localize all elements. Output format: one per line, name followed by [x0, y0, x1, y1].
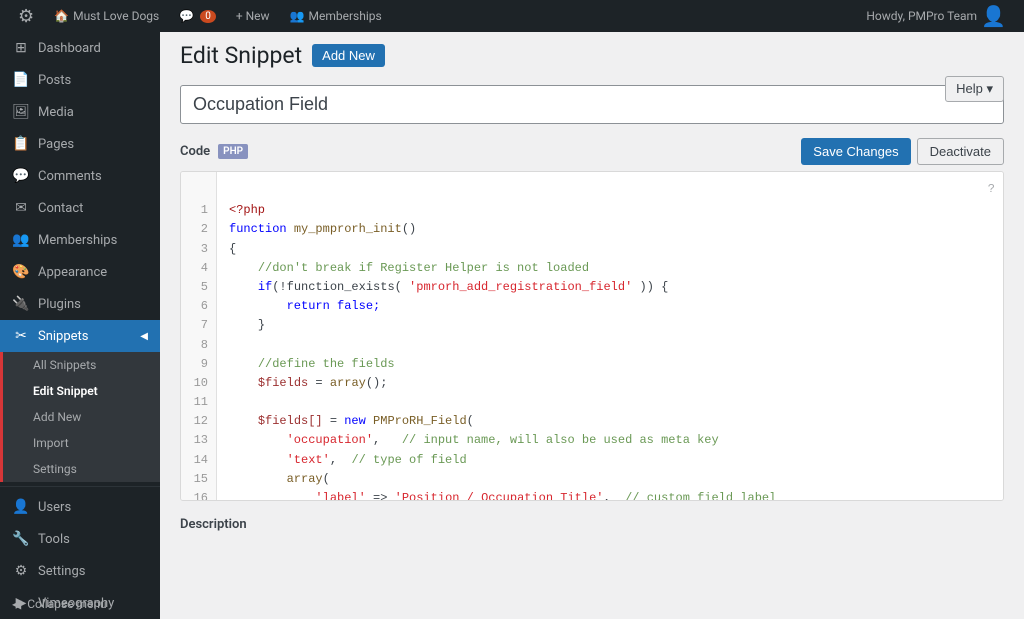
posts-icon: 📄 [12, 72, 30, 88]
description-label: Description [180, 517, 1004, 532]
help-button[interactable]: Help ▾ [945, 76, 1004, 102]
sidebar-item-media[interactable]: 🖼 Media [0, 96, 160, 128]
line-numbers: 1 2 3 4 5 6 7 8 9 10 11 12 13 14 [181, 172, 217, 501]
code-editor[interactable]: ? 1 2 3 4 5 6 7 8 9 10 11 [180, 171, 1004, 501]
add-new-link[interactable]: + New [226, 0, 280, 32]
howdy[interactable]: Howdy, PMPro Team 👤 [856, 0, 1016, 32]
snippets-submenu: All Snippets Edit Snippet Add New Import… [0, 352, 160, 482]
submenu-import[interactable]: Import [3, 430, 160, 456]
collapse-icon: ◀ [12, 597, 21, 611]
submenu-add-new[interactable]: Add New [3, 404, 160, 430]
sidebar-item-contact[interactable]: ✉ Contact [0, 192, 160, 224]
code-lines: <?php function my_pmprorh_init() { //don… [217, 172, 1003, 501]
memberships-link[interactable]: 👥 Memberships [280, 0, 392, 32]
sidebar-item-appearance[interactable]: 🎨 Appearance [0, 256, 160, 288]
tools-icon: 🔧 [12, 531, 30, 547]
appearance-icon: 🎨 [12, 264, 30, 280]
settings-icon: ⚙ [12, 563, 30, 579]
collapse-menu[interactable]: ◀ Collapse menu [0, 589, 160, 619]
pages-icon: 📋 [12, 136, 30, 152]
sidebar-item-pages[interactable]: 📋 Pages [0, 128, 160, 160]
save-changes-button[interactable]: Save Changes [801, 138, 910, 165]
users-icon: 👤 [12, 499, 30, 515]
description-section: Description [180, 517, 1004, 532]
submenu-all-snippets[interactable]: All Snippets [3, 352, 160, 378]
sidebar-item-settings[interactable]: ⚙ Settings [0, 555, 160, 587]
submenu-edit-snippet[interactable]: Edit Snippet [3, 378, 160, 404]
page-title: Edit Snippet [180, 42, 302, 69]
add-new-button[interactable]: Add New [312, 44, 385, 67]
sidebar-item-dashboard[interactable]: ⊞ Dashboard [0, 32, 160, 64]
deactivate-button[interactable]: Deactivate [917, 138, 1004, 165]
admin-bar: ⚙ 🏠 Must Love Dogs 💬 0 + New 👥 Membershi… [0, 0, 1024, 32]
page-header: Edit Snippet Add New Help ▾ [180, 42, 1004, 69]
sidebar-item-posts[interactable]: 📄 Posts [0, 64, 160, 96]
help-icon: ? [988, 180, 995, 199]
wp-logo[interactable]: ⚙ [8, 0, 44, 32]
snippet-name-input[interactable] [180, 85, 1004, 124]
submenu-settings[interactable]: Settings [3, 456, 160, 482]
dashboard-icon: ⊞ [12, 40, 30, 56]
comments-icon: 💬 [12, 168, 30, 184]
sidebar-item-users[interactable]: 👤 Users [0, 491, 160, 523]
comments-link[interactable]: 💬 0 [169, 0, 226, 32]
sidebar-item-comments[interactable]: 💬 Comments [0, 160, 160, 192]
site-name[interactable]: 🏠 Must Love Dogs [44, 0, 169, 32]
memberships-icon: 👥 [12, 232, 30, 248]
media-icon: 🖼 [12, 104, 30, 120]
plugins-icon: 🔌 [12, 296, 30, 312]
code-header: Code PHP Save Changes Deactivate [180, 138, 1004, 165]
main-content: Edit Snippet Add New Help ▾ Code PHP Sav… [160, 32, 1024, 619]
sidebar: ⊞ Dashboard 📄 Posts 🖼 Media 📋 Pages 💬 Co… [0, 32, 160, 619]
sidebar-item-memberships[interactable]: 👥 Memberships [0, 224, 160, 256]
sidebar-item-tools[interactable]: 🔧 Tools [0, 523, 160, 555]
sidebar-item-snippets[interactable]: ✂ Snippets ◀ [0, 320, 160, 352]
contact-icon: ✉ [12, 200, 30, 216]
sidebar-item-plugins[interactable]: 🔌 Plugins [0, 288, 160, 320]
snippets-icon: ✂ [12, 328, 30, 344]
